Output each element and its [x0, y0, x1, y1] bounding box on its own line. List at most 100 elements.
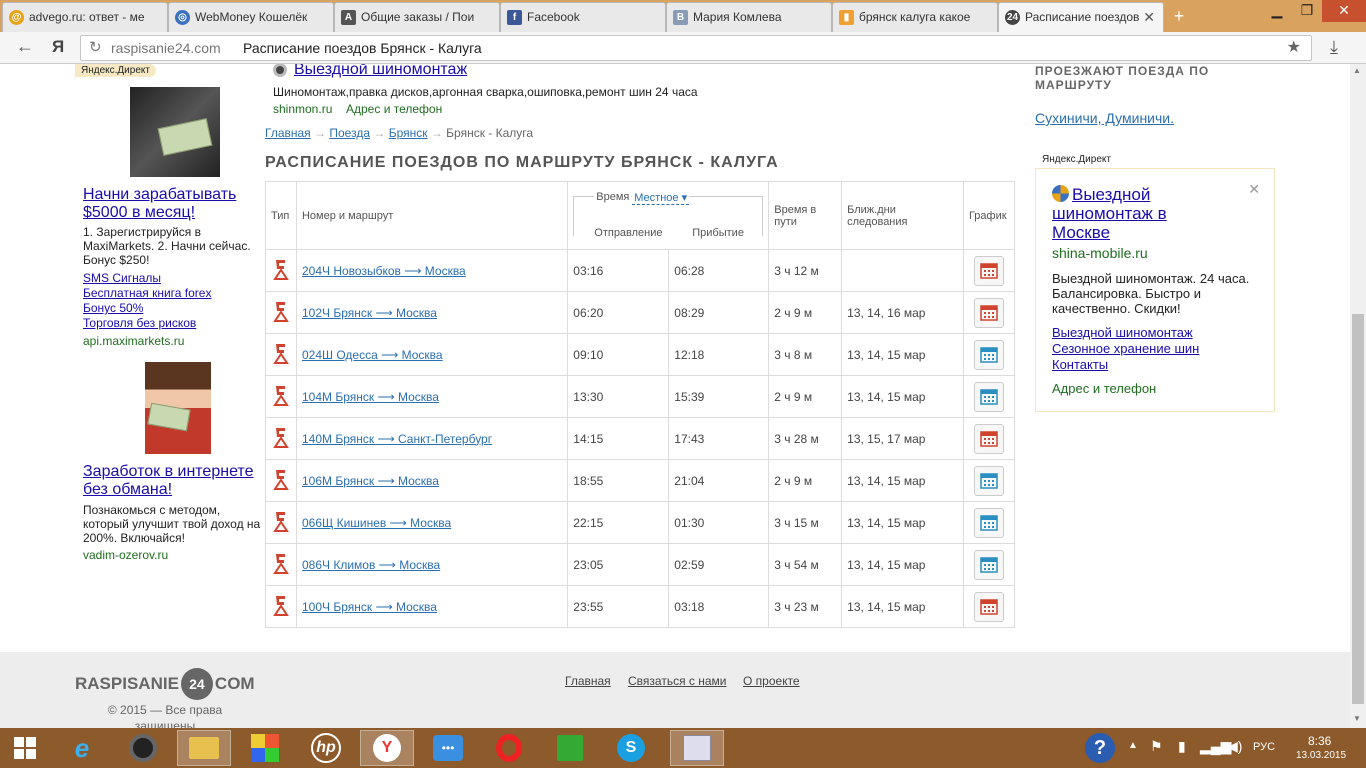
col-duration-header: Время в пути [768, 181, 843, 250]
close-tab-icon[interactable]: ✕ [1143, 3, 1155, 31]
train-route-link[interactable]: 140М Брянск ⟶ Санкт-Петербург [302, 432, 492, 446]
clock-time[interactable]: 8:36 [1308, 734, 1331, 748]
right-ad-title-link[interactable]: Выездной шиномонтаж в Москве [1052, 185, 1202, 242]
close-ad-icon[interactable]: ✕ [1248, 181, 1260, 198]
train-type-cell [265, 585, 297, 628]
tab-advego[interactable]: @ advego.ru: ответ - ме [2, 2, 168, 32]
table-row: 100Ч Брянск ⟶ Москва 23:55 03:18 3 ч 23 м 13… [265, 585, 1016, 628]
breadcrumb-home[interactable]: Главная [265, 126, 311, 140]
vertical-scrollbar[interactable]: ▲ ▼ [1350, 64, 1366, 728]
train-route-link[interactable]: 106М Брянск ⟶ Москва [302, 474, 439, 488]
language-indicator[interactable]: РУС [1253, 741, 1275, 753]
footer-link-contact[interactable]: Связаться с нами [628, 674, 726, 688]
breadcrumb-bryansk[interactable]: Брянск [389, 126, 428, 140]
taskbar-messenger[interactable]: ••• [421, 730, 475, 766]
taskbar-store[interactable] [543, 730, 597, 766]
tray-expand-icon[interactable]: ▲ [1128, 740, 1138, 751]
banknotes-shape [147, 402, 191, 432]
top-ad-title-link[interactable]: Выездной шиномонтаж [294, 64, 467, 79]
schedule-calendar-button[interactable] [973, 255, 1004, 286]
schedule-calendar-button[interactable] [973, 339, 1004, 370]
train-route-link[interactable]: 102Ч Брянск ⟶ Москва [302, 306, 437, 320]
start-button[interactable] [0, 730, 50, 766]
taskbar-hp[interactable]: hp [299, 730, 353, 766]
train-route-link[interactable]: 100Ч Брянск ⟶ Москва [302, 600, 437, 614]
footer-link-about[interactable]: О проекте [743, 674, 800, 688]
ad-image-woman-money[interactable] [145, 362, 211, 454]
scroll-up-icon[interactable]: ▲ [1353, 66, 1361, 75]
taskbar-camera[interactable] [116, 730, 170, 766]
train-route-link[interactable]: 024Ш Одесса ⟶ Москва [302, 348, 443, 362]
schedule-calendar-button[interactable] [973, 465, 1004, 496]
top-ad-contact[interactable]: Адрес и телефон [346, 102, 442, 116]
schedule-calendar-button[interactable] [973, 591, 1004, 622]
right-ad-url[interactable]: shina-mobile.ru [1052, 245, 1148, 261]
breadcrumb-trains[interactable]: Поезда [329, 126, 370, 140]
ad1-title-link[interactable]: Начни зарабатывать $5000 в месяц! [83, 186, 263, 222]
schedule-calendar-button[interactable] [973, 297, 1004, 328]
right-ad-link[interactable]: Выездной шиномонтаж [1052, 325, 1199, 341]
reload-icon[interactable]: ↻ [89, 36, 102, 60]
schedule-calendar-button[interactable] [973, 549, 1004, 580]
footer-logo[interactable]: RASPISANIE 24 COM [75, 668, 255, 700]
ad2-title-link[interactable]: Заработок в интернете без обмана! [83, 463, 268, 499]
tab-webmoney[interactable]: ◎ WebMoney Кошелёк [168, 2, 334, 32]
calendar-icon [980, 262, 998, 279]
taskbar-explorer[interactable] [177, 730, 231, 766]
back-arrow-icon[interactable]: ← [16, 36, 34, 57]
tab-yandex-search[interactable]: ▮ брянск калуга какое [832, 2, 998, 32]
schedule-calendar-button[interactable] [973, 381, 1004, 412]
schedule-calendar-button[interactable] [973, 423, 1004, 454]
taskbar-ie[interactable]: e [55, 730, 109, 766]
footer-link-home[interactable]: Главная [565, 674, 611, 688]
right-ad-link[interactable]: Сезонное хранение шин [1052, 341, 1199, 357]
flag-icon[interactable]: ⚑ [1150, 738, 1163, 755]
help-icon[interactable]: ? [1085, 733, 1115, 763]
taskbar-yandex-browser[interactable]: Y [360, 730, 414, 766]
tab-vk[interactable]: В Мария Комлева [666, 2, 832, 32]
passes-stations-link[interactable]: Сухиничи, Думиничи. [1035, 110, 1174, 126]
right-ad-link[interactable]: Контакты [1052, 357, 1199, 373]
close-window-icon[interactable]: ✕ [1322, 0, 1366, 22]
ad1-link[interactable]: Бесплатная книга forex [83, 286, 263, 301]
train-route-link[interactable]: 086Ч Климов ⟶ Москва [302, 558, 440, 572]
tab-orders[interactable]: A Общие заказы / Пои [334, 2, 500, 32]
tab-raspisanie[interactable]: 24 Расписание поездов ✕ [998, 2, 1164, 33]
url-field[interactable]: ↻ raspisanie24.com Расписание поездов Бр… [80, 35, 1312, 61]
yandex-logo-icon[interactable]: Я [52, 37, 64, 57]
download-icon[interactable]: ⤓ [1330, 37, 1338, 58]
ad1-url[interactable]: api.maximarkets.ru [83, 334, 184, 348]
ad1-link[interactable]: Торговля без рисков [83, 316, 263, 331]
minimize-icon[interactable]: ▁ [1262, 0, 1292, 22]
taskbar-puzzle[interactable] [238, 730, 292, 766]
taskbar-skype[interactable]: S [604, 730, 658, 766]
train-route-link[interactable]: 204Ч Новозыбков ⟶ Москва [302, 264, 466, 278]
new-tab-button[interactable]: + [1168, 4, 1190, 28]
ad-image-money-suit[interactable] [130, 87, 220, 177]
battery-icon[interactable]: ▮ [1178, 738, 1186, 755]
ad1-link[interactable]: SMS Сигналы [83, 271, 263, 286]
restore-icon[interactable]: ❐ [1292, 0, 1322, 22]
tab-label: брянск калуга какое [859, 10, 971, 24]
scrollbar-thumb[interactable] [1352, 314, 1364, 704]
bookmark-star-icon[interactable]: ★ [1287, 36, 1301, 60]
scroll-down-icon[interactable]: ▼ [1353, 714, 1361, 723]
volume-icon[interactable]: ◀) [1227, 738, 1242, 755]
rzd-train-icon [273, 386, 289, 406]
breadcrumb-current: Брянск - Калуга [446, 126, 534, 140]
right-ad-contact[interactable]: Адрес и телефон [1052, 381, 1156, 396]
train-type-cell [265, 417, 297, 460]
train-route-link[interactable]: 104М Брянск ⟶ Москва [302, 390, 439, 404]
train-route-link[interactable]: 066Щ Кишинев ⟶ Москва [302, 516, 451, 530]
time-mode-dropdown[interactable]: Местное ▾ [632, 190, 690, 205]
tab-facebook[interactable]: f Facebook [500, 2, 666, 32]
tab-label: Расписание поездов [1025, 10, 1140, 24]
ad1-link[interactable]: Бонус 50% [83, 301, 263, 316]
taskbar-paint[interactable] [670, 730, 724, 766]
ad2-url[interactable]: vadim-ozerov.ru [83, 548, 168, 562]
taskbar-opera[interactable] [482, 730, 536, 766]
clock-date[interactable]: 13.03.2015 [1296, 750, 1346, 761]
schedule-calendar-button[interactable] [973, 507, 1004, 538]
departure-time: 18:55 [567, 459, 670, 502]
top-ad-url[interactable]: shinmon.ru [273, 102, 332, 116]
